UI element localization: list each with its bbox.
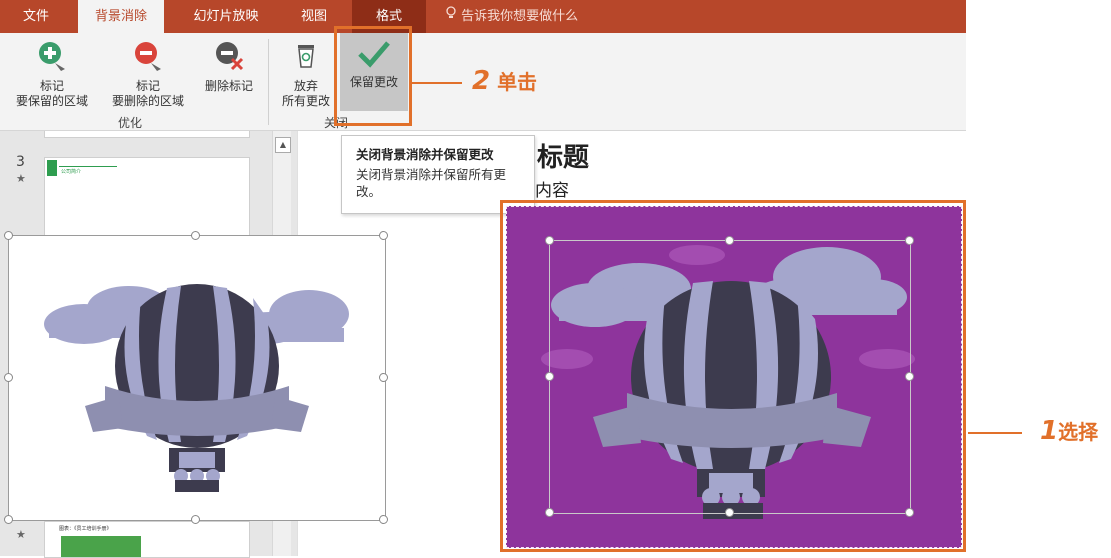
thumb-image [61,536,141,557]
slide-thumbnail-3[interactable]: 公司简介 [44,157,250,239]
tab-slide-show[interactable]: 幻灯片放映 [178,0,274,33]
tell-me-search[interactable]: 告诉我你想要做什么 [445,0,578,33]
marquee-handle-tl[interactable] [545,236,554,245]
keep-region-marquee[interactable] [549,240,911,514]
mark-keep-label-2: 要保留的区域 [15,94,88,108]
mark-remove-button[interactable]: 标记 要删除的区域 [100,39,196,109]
mark-keep-label-1: 标记 [39,79,64,93]
tooltip-body: 关闭背景消除并保留所有更改。 [356,167,507,199]
mark-remove-label-1: 标记 [135,79,160,93]
tab-file[interactable]: 文件 [8,0,64,33]
remove-mark-icon [100,39,196,77]
slide-star-icon: ★ [16,172,26,185]
step1-text: 选择 [1058,420,1099,444]
slide-number: 3 [16,154,25,170]
balloon-illustration [44,284,349,492]
marquee-handle-br[interactable] [905,508,914,517]
group-separator [268,39,269,125]
mark-remove-label-2: 要删除的区域 [111,94,184,108]
callout-step1: 1选择 [1040,416,1098,446]
slide-thumbnail-next[interactable]: 图表：《员工培训手册》 [44,521,250,558]
recycle-bin-icon [274,39,338,77]
marquee-handle-tr[interactable] [905,236,914,245]
marquee-handle-b[interactable] [725,508,734,517]
discard-label-1: 放弃 [293,79,318,93]
resize-handle-r[interactable] [379,373,388,382]
lightbulb-icon [445,0,457,33]
discard-all-changes-button[interactable]: 放弃 所有更改 [274,39,338,109]
slide-thumbnail-prev[interactable] [44,131,250,138]
thumb-accent-bar [47,160,57,176]
resize-handle-t[interactable] [191,231,200,240]
callout-line-step2 [412,82,462,84]
step2-number: 2 [472,66,491,96]
step2-text: 单击 [497,70,538,94]
step1-number: 1 [1040,416,1059,446]
slide-star-icon-2: ★ [16,528,26,541]
thumb-rule [59,166,117,167]
original-balloon-image[interactable] [8,235,386,521]
marquee-handle-r[interactable] [905,372,914,381]
tooltip-title: 关闭背景消除并保留更改 [356,147,494,162]
resize-handle-br[interactable] [379,515,388,524]
slide-title-partial[interactable]: 标题 [537,137,589,174]
scroll-up-arrow-icon[interactable]: ▲ [275,137,291,153]
discard-label-2: 所有更改 [281,94,330,108]
resize-handle-tr[interactable] [379,231,388,240]
marquee-handle-t[interactable] [725,236,734,245]
thumb-caption: 图表：《员工培训手册》 [59,526,112,532]
add-mark-icon [4,39,100,77]
delete-mark-label: 删除标记 [204,79,253,93]
resize-handle-bl[interactable] [4,515,13,524]
resize-handle-tl[interactable] [4,231,13,240]
slide-content-partial[interactable]: 内容 [535,176,569,201]
refine-group-label: 优化 [118,116,143,130]
highlight-keep-changes [334,26,412,126]
callout-step2: 2 单击 [472,66,537,96]
tell-me-text: 告诉我你想要做什么 [461,9,579,24]
delete-mark-icon [196,39,262,77]
tab-background-removal[interactable]: 背景消除 [78,0,164,33]
resize-handle-l[interactable] [4,373,13,382]
callout-line-step1 [968,432,1022,434]
marquee-handle-bl[interactable] [545,508,554,517]
ribbon-tab-bar: 文件 背景消除 幻灯片放映 视图 格式 告诉我你想要做什么 [0,0,966,33]
marquee-handle-l[interactable] [545,372,554,381]
mark-keep-button[interactable]: 标记 要保留的区域 [4,39,100,109]
delete-mark-button[interactable]: 删除标记 [196,39,262,94]
resize-handle-b[interactable] [191,515,200,524]
thumb-title: 公司简介 [61,169,82,175]
